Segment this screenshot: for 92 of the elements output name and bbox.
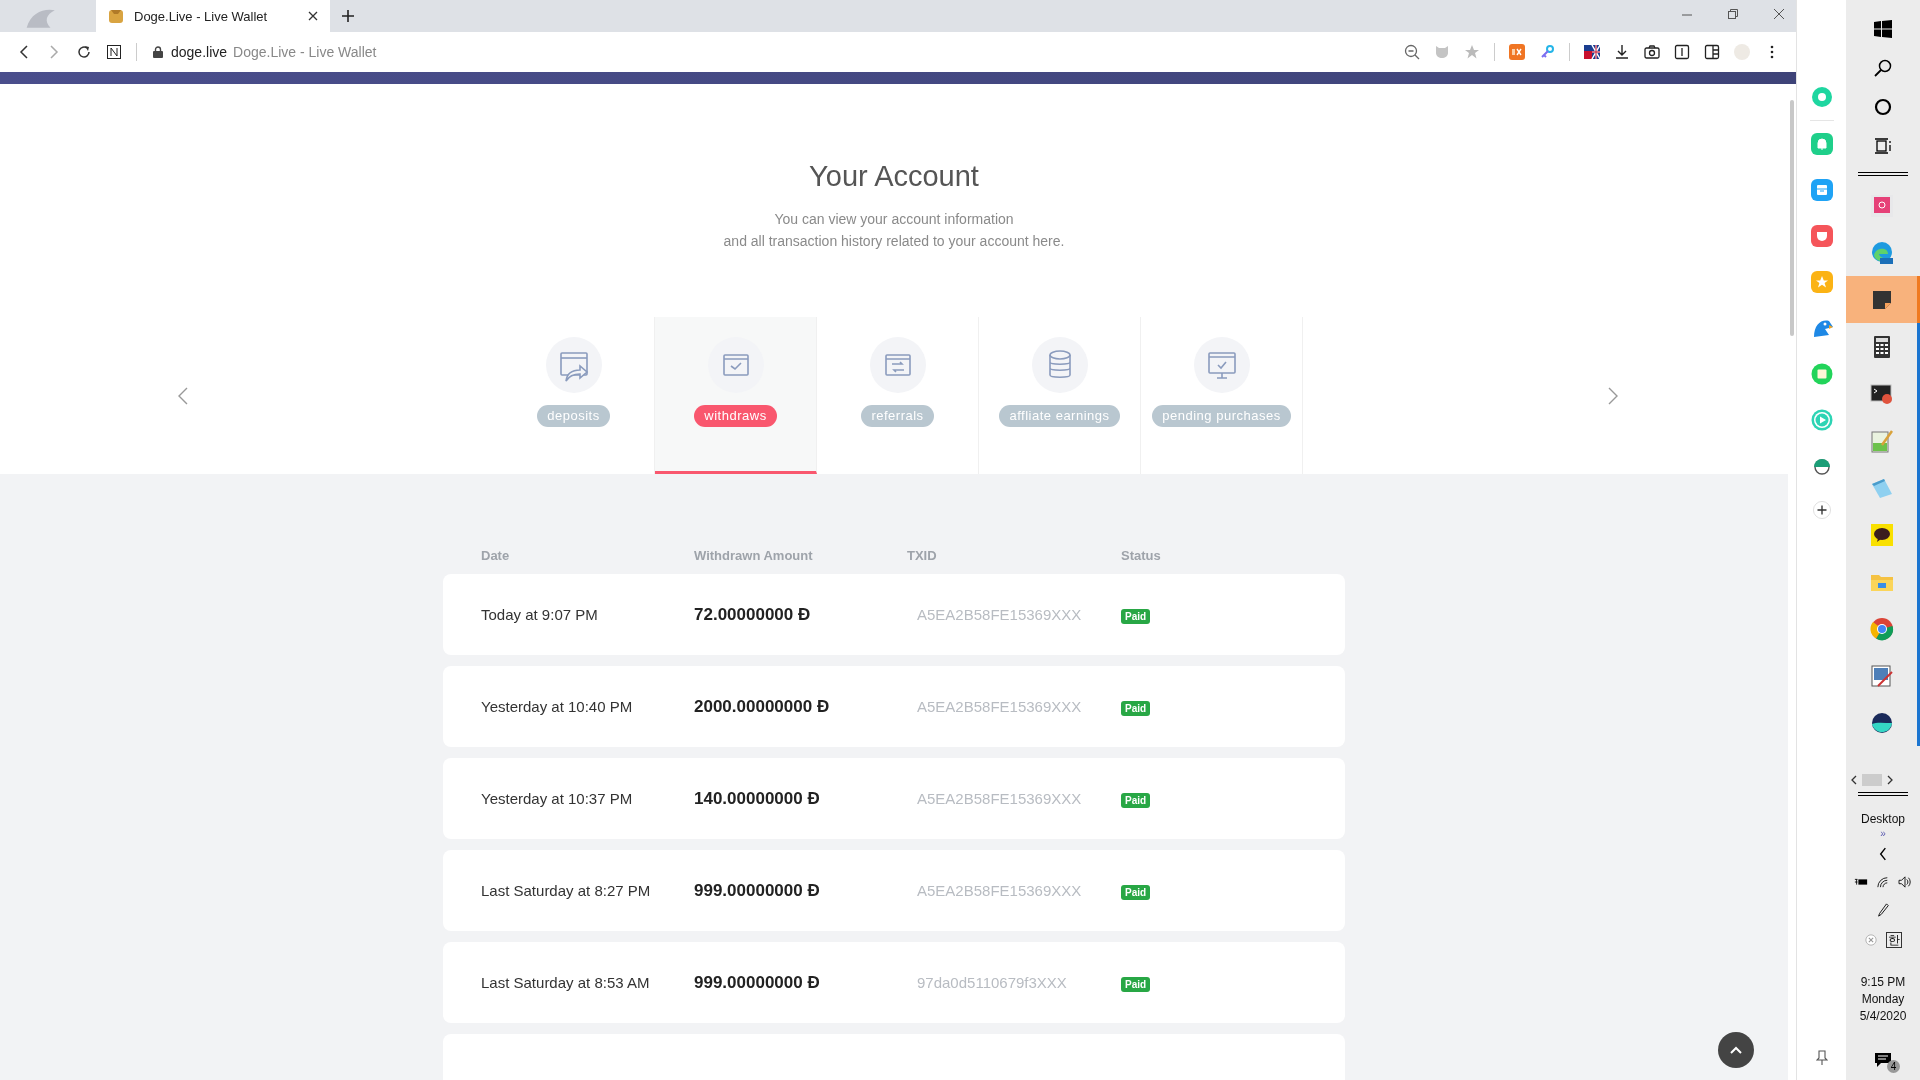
- database-icon: [1031, 337, 1088, 393]
- extension-icon[interactable]: [1509, 44, 1525, 60]
- volume-icon[interactable]: [1898, 876, 1912, 888]
- whale-icon: [1869, 710, 1894, 735]
- picture-edit-icon: [1869, 663, 1894, 688]
- browser-tab[interactable]: Doge.Live - Live Wallet: [96, 0, 330, 32]
- clock-time[interactable]: 9:15 PM: [1860, 975, 1906, 989]
- category-label: deposits: [537, 405, 610, 427]
- browser-ball-icon: [1869, 616, 1894, 641]
- reader-icon[interactable]: [1674, 44, 1690, 60]
- close-icon[interactable]: [1773, 8, 1785, 20]
- cortana-ring-icon[interactable]: [1873, 97, 1893, 117]
- lock-icon: [153, 46, 163, 58]
- active-taskbar-app[interactable]: [1846, 276, 1920, 323]
- wifi-icon[interactable]: [1876, 876, 1890, 888]
- key-icon[interactable]: [1539, 44, 1555, 60]
- scrollbar-thumb[interactable]: [1790, 100, 1794, 336]
- date-cell-text: Today at 9:07 PM: [481, 606, 599, 623]
- txid-cell-text: A5EA2B58FE15369XXX: [916, 606, 1083, 623]
- txid-cell-text: A5EA2B58FE15369XXX: [916, 882, 1083, 899]
- column-header: TXID: [907, 548, 938, 563]
- category-label: pending purchases: [1152, 405, 1291, 427]
- status-badge: Paid: [1121, 884, 1151, 900]
- reload-icon[interactable]: [76, 44, 92, 60]
- scroll-top-button[interactable]: [1718, 1032, 1754, 1068]
- zoom-out-icon[interactable]: [1404, 44, 1420, 60]
- amount-cell-text: 140.00000000 Đ: [694, 788, 821, 809]
- tab-title: Doge.Live - Live Wallet: [134, 8, 269, 24]
- chat-bubble-icon: [1869, 522, 1894, 547]
- date-cell-text: Last Saturday at 8:53 AM: [481, 974, 651, 991]
- date-cell-text: Last Saturday at 8:27 PM: [481, 882, 652, 899]
- star-app-icon[interactable]: [1810, 271, 1833, 293]
- txid-cell-text: A5EA2B58FE15369XXX: [916, 698, 1083, 715]
- category-label: withdraws: [694, 405, 777, 427]
- notification-count: 4: [1887, 1060, 1900, 1073]
- amount-cell-text: 999.00000000 Đ: [694, 880, 821, 901]
- terminal-icon: [1869, 381, 1894, 406]
- error-icon[interactable]: [1864, 934, 1878, 946]
- status-badge: Paid: [1121, 700, 1151, 716]
- star-icon[interactable]: [1464, 44, 1480, 60]
- column-header: Withdrawn Amount: [694, 548, 814, 563]
- taskbar-scroll-thumb[interactable]: [1862, 774, 1882, 786]
- editor-icon: [1869, 428, 1894, 453]
- new-tab-icon[interactable]: [342, 10, 354, 22]
- category-label: referrals: [861, 405, 934, 427]
- camera-icon[interactable]: [1644, 44, 1660, 60]
- add-icon[interactable]: [1812, 501, 1831, 519]
- close-icon[interactable]: [308, 11, 318, 21]
- date-cell-text: Yesterday at 10:37 PM: [481, 790, 634, 807]
- address-domain[interactable]: doge.live: [171, 44, 228, 60]
- wave-icon: [1869, 240, 1894, 265]
- expand-chevrons[interactable]: »: [1880, 828, 1886, 839]
- pen-icon[interactable]: [1876, 903, 1890, 917]
- task-view-icon[interactable]: [1873, 136, 1893, 156]
- category-label: affliate earnings: [999, 405, 1120, 427]
- status-badge: Paid: [1121, 792, 1151, 808]
- subtitle-line: and all transaction history related to your account here.: [723, 233, 1065, 249]
- clock-day[interactable]: Monday: [1861, 992, 1905, 1006]
- restore-icon[interactable]: [1727, 8, 1739, 20]
- page-title: Your Account: [809, 160, 979, 193]
- window-share-icon: [545, 337, 602, 393]
- scroll-right-icon[interactable]: [1886, 775, 1894, 785]
- amount-cell-text: 999.00000000 Đ: [694, 972, 821, 993]
- status-badge: Paid: [1121, 976, 1151, 992]
- notion-icon[interactable]: [106, 44, 122, 60]
- battery-icon[interactable]: [1854, 876, 1868, 888]
- download-icon[interactable]: [1614, 44, 1630, 60]
- chevron-up-icon: [1730, 1046, 1742, 1054]
- search-icon[interactable]: [1873, 58, 1893, 78]
- subtitle-line: You can view your account information: [774, 211, 1014, 227]
- status-badge: Paid: [1121, 608, 1151, 624]
- amount-cell-text: 72.00000000 Đ: [694, 604, 812, 625]
- txid-cell-text: A5EA2B58FE15369XXX: [916, 790, 1083, 807]
- pocket-app-icon[interactable]: [1810, 225, 1833, 247]
- flag-icon[interactable]: [1584, 44, 1600, 60]
- input-method-indicator[interactable]: 한: [1886, 932, 1902, 948]
- window-swap-icon: [869, 337, 926, 393]
- column-header: Status: [1121, 548, 1161, 563]
- txid-cell-text: 97da0d5110679f3XXX: [916, 974, 1068, 991]
- sidebar-icon[interactable]: [1704, 44, 1720, 60]
- column-header: Date: [481, 548, 511, 563]
- date-cell-text: Yesterday at 10:40 PM: [481, 698, 634, 715]
- archive-app-icon[interactable]: [1810, 179, 1833, 201]
- windows-start-icon[interactable]: [1873, 19, 1893, 39]
- monitor-check-icon: [1193, 337, 1250, 393]
- scroll-left-icon[interactable]: [1850, 775, 1858, 785]
- notification-icon[interactable]: [1874, 1052, 1892, 1068]
- pin-icon[interactable]: [1815, 1050, 1828, 1066]
- amount-cell-text: 2000.00000000 Đ: [694, 696, 831, 717]
- clock-date[interactable]: 5/4/2020: [1859, 1009, 1907, 1023]
- address-page-title: Doge.Live - Live Wallet: [233, 44, 377, 60]
- desktop-label[interactable]: Desktop: [1861, 812, 1905, 826]
